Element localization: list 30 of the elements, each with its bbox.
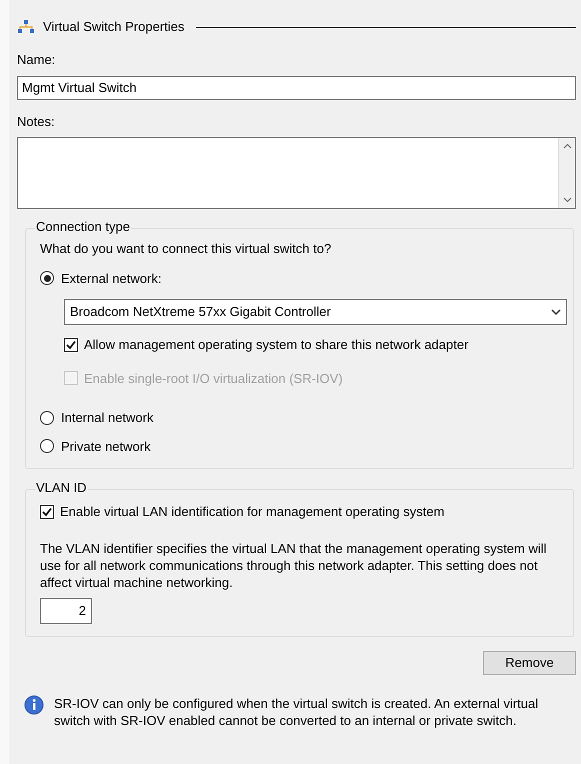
field-label: Notes: [17,112,56,130]
checkbox[interactable] [40,504,54,519]
radio-button[interactable] [40,410,54,425]
section-title: Virtual Switch Properties [43,18,184,36]
notes-text-area[interactable] [17,137,576,209]
vlan-id-field[interactable]: 2 [40,598,92,624]
vlan-description: The VLAN identifier specifies the virtual LAN that the management operating system will use for all network communications through this network adapter. This setting does not affect virtual machine networking. [40,540,548,590]
checkmark-icon [66,340,76,350]
checkbox-label: Enable virtual LAN identification for management operating system [60,503,444,521]
radio-label: Private network [61,438,151,456]
info-icon [24,694,44,714]
question-text: What do you want to connect this virtual switch to? [40,240,332,258]
group-title: Connection type [35,219,131,235]
radio-label: External network: [61,270,162,288]
adapter-dropdown[interactable]: Broadcom NetXtreme 57xx Gigabit Controller [64,299,567,325]
radio-button[interactable] [40,439,54,454]
info-message: SR-IOV can only be configured when the virtual switch is created. An external virtual switch with SR-IOV enabled cannot be converted to an internal or private switch. [54,694,540,728]
checkbox[interactable] [64,338,78,352]
scrollbar[interactable] [558,138,575,208]
name-input-field[interactable]: Mgmt Virtual Switch [17,76,576,100]
chevron-down-icon [551,308,561,316]
remove-button[interactable]: Remove [483,650,576,674]
radio-button[interactable] [40,271,54,286]
checkmark-icon [42,506,52,517]
network-icon [17,19,35,35]
radio-label: Internal network [61,409,154,427]
field-label: Name: [17,51,56,69]
dropdown-value: Broadcom NetXtreme 57xx Gigabit Controller [70,303,331,322]
checkbox-label: Allow management operating system to share this network adapter [84,336,468,354]
checkbox-label: Enable single-root I/O virtualization (SR-IOV) [84,370,343,388]
